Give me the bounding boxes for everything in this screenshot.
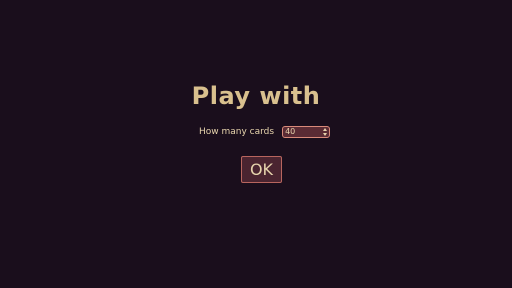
card-count-value: 40 <box>285 127 296 136</box>
up-down-chevron-icon <box>322 128 327 136</box>
ok-button[interactable]: OK <box>241 156 282 183</box>
chevron-down-icon <box>322 133 327 136</box>
card-count-select[interactable]: 40 <box>282 126 331 138</box>
card-count-label: How many cards <box>199 127 275 137</box>
card-count-row: How many cards 40 <box>199 125 331 139</box>
page-title: Play with <box>191 82 321 110</box>
chevron-up-icon <box>322 128 327 131</box>
game-screen: Play with How many cards 40 OK <box>0 0 512 288</box>
